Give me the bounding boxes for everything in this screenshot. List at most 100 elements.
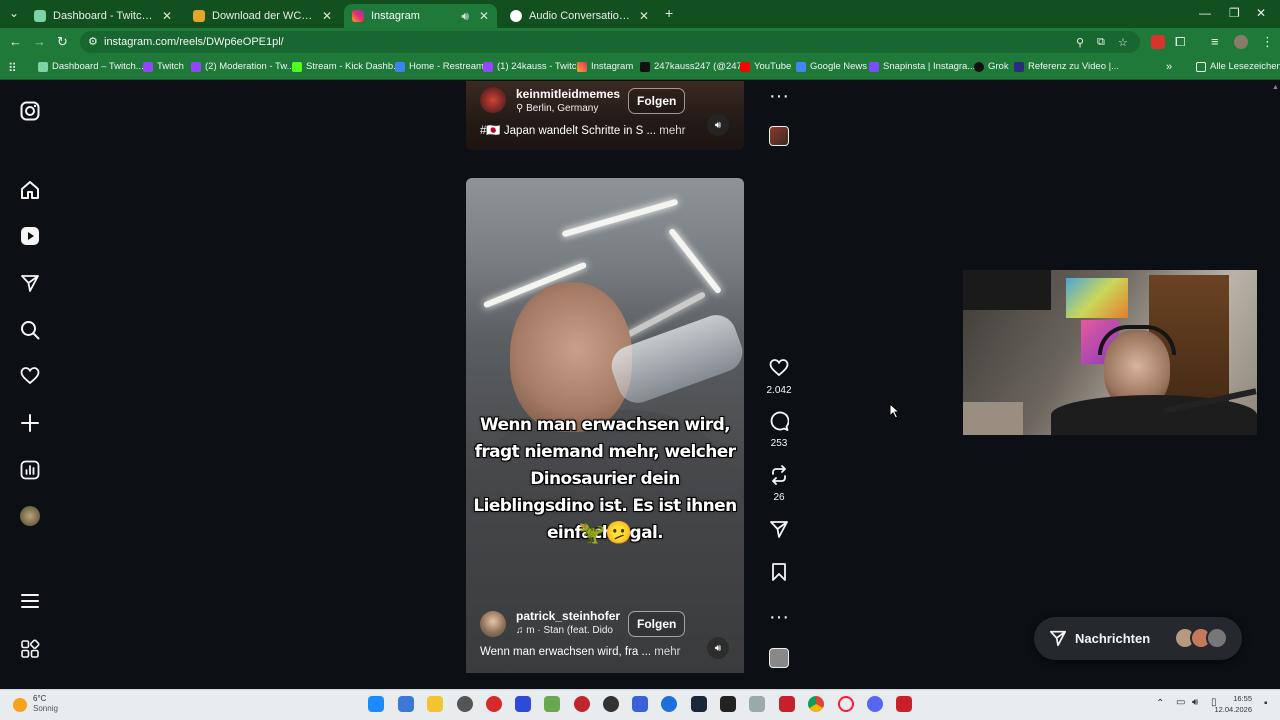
install-app-icon[interactable]: ⧉ [1097,36,1105,49]
bookmark-item[interactable]: Snapinsta | Instagra... [869,61,975,72]
address-bar[interactable]: ⚙ instagram.com/reels/DWp6eOPE1pl/ ⚲ ⧉ ☆ [80,31,1140,53]
direct-icon[interactable] [18,271,42,295]
back-icon[interactable]: ← [9,34,22,49]
clock-time[interactable]: 16:55 [1210,694,1252,703]
voicemod-icon[interactable] [779,696,795,712]
app-bluewave-icon[interactable] [661,696,677,712]
reel-card-previous[interactable]: keinmitleidmemes ⚲ Berlin, Germany Folge… [466,81,744,150]
home-icon[interactable] [18,178,42,202]
tab-dashboard-twitchtts[interactable]: Dashboard - TwitchTTS ✕ [26,4,180,28]
scroll-up-icon[interactable]: ▲ [1272,84,1279,94]
audio-thumbnail[interactable] [764,126,794,151]
bookmark-item[interactable]: (1) 24kauss - Twitch [483,61,582,72]
new-tab-icon[interactable]: + [665,5,673,21]
more-bookmarks-icon[interactable]: » [1166,61,1172,73]
save-button[interactable] [764,562,794,587]
bookmark-item[interactable]: (2) Moderation - Tw... [191,61,295,72]
app-record-icon[interactable] [574,696,590,712]
site-info-icon[interactable]: ⚙ [88,35,98,48]
volume-icon[interactable]: 🔊︎ [707,637,729,659]
bookmark-item[interactable]: Home - Restream [395,61,484,72]
reels-icon[interactable] [18,224,42,248]
opera-icon[interactable] [838,696,854,712]
page-scrollbar[interactable]: ▲ [1271,84,1279,688]
audio-playing-icon[interactable]: 🔊︎ [461,9,469,24]
tab-search-icon[interactable]: ⌄ [9,6,19,20]
messages-button[interactable]: Nachrichten [1034,617,1242,660]
clock-date[interactable]: 12.04.2026 [1210,705,1252,714]
adblock-extension-icon[interactable] [1151,35,1165,49]
follow-button[interactable]: Folgen [628,611,686,637]
app-gray-icon[interactable] [749,696,765,712]
reel-caption[interactable]: #🇯🇵 Japan wandelt Schritte in S ... mehr [480,123,685,137]
reel-username[interactable]: keinmitleidmemes [516,87,620,101]
mouse-app-icon[interactable] [457,696,473,712]
close-tab-icon[interactable]: ✕ [322,9,332,23]
reload-icon[interactable]: ↻ [57,34,68,50]
weather-sun-icon[interactable] [13,698,27,712]
all-bookmarks-folder[interactable]: Alle Lesezeichen [1196,61,1280,72]
menu-icon[interactable] [18,589,42,613]
minimize-icon[interactable]: — [1199,6,1211,20]
bookmark-item[interactable]: Twitch [143,61,184,72]
obs-icon[interactable] [603,696,619,712]
file-explorer-icon[interactable] [427,696,443,712]
search-icon[interactable] [18,318,42,342]
network-icon[interactable]: ▭ [1176,697,1185,708]
repost-button[interactable]: 26 [764,465,794,503]
discord-icon[interactable] [867,696,883,712]
like-button[interactable]: 2.042 [764,358,794,396]
volume-icon[interactable]: 🔊︎ [707,114,729,136]
more-options-icon[interactable]: ··· [764,85,794,107]
dashboard-icon[interactable] [18,458,42,482]
extensions-icon[interactable]: ⧠ [1175,34,1185,50]
chrome-icon[interactable] [808,696,824,712]
windows-start-icon[interactable] [368,696,384,712]
apps-grid-icon[interactable]: ⠿ [8,61,17,75]
chrome-menu-icon[interactable]: ⋮ [1261,34,1274,50]
tab-instagram[interactable]: Instagram 🔊︎ ✕ [344,4,497,28]
vpn-icon[interactable] [515,696,531,712]
more-apps-icon[interactable] [18,637,42,661]
audio-thumbnail[interactable] [764,648,794,673]
notifications-icon[interactable]: ▪ [1264,698,1268,709]
profile-avatar-icon[interactable] [1234,35,1248,49]
steam-icon[interactable] [691,696,707,712]
user-avatar[interactable] [480,87,506,113]
bookmark-item[interactable]: Instagram [577,61,633,72]
bookmark-item[interactable]: YouTube [740,61,791,72]
bookmark-item[interactable]: Grok [974,61,1009,72]
weather-temperature[interactable]: 6°C [33,694,46,703]
heart-icon[interactable] [18,364,42,388]
forward-icon[interactable]: → [33,34,46,49]
bookmark-star-icon[interactable]: ☆ [1118,36,1128,49]
reel-username[interactable]: patrick_steinhofer [516,609,620,623]
more-link[interactable]: mehr [654,646,680,658]
media-control-icon[interactable]: ≡ [1211,34,1219,49]
app-blue-icon[interactable] [632,696,648,712]
bookmark-item[interactable]: 247kauss247 (@247... [640,61,750,72]
bookmark-item[interactable]: Stream - Kick Dashb... [292,61,401,72]
volume-tray-icon[interactable]: 🔊︎ [1192,697,1198,708]
close-window-icon[interactable]: ✕ [1256,6,1266,20]
comment-button[interactable]: 253 [764,411,794,449]
more-options-icon[interactable]: ··· [764,606,794,628]
follow-button[interactable]: Folgen [628,88,686,114]
close-tab-icon[interactable]: ✕ [639,9,649,23]
close-tab-icon[interactable]: ✕ [479,9,489,23]
weather-description[interactable]: Sonnig [33,704,58,713]
tab-wc3-download[interactable]: Download der WC3-Karte „Anime… ✕ [185,4,340,28]
zoom-icon[interactable]: ⚲ [1076,36,1084,49]
share-button[interactable] [764,519,794,544]
user-avatar[interactable] [480,611,506,637]
more-link[interactable]: mehr [659,125,685,137]
app-green-icon[interactable] [544,696,560,712]
voicemod-meter-icon[interactable] [896,696,912,712]
bookmark-item[interactable]: Dashboard – Twitch... [38,61,144,72]
reel-audio[interactable]: ♫ m · Stan (feat. Dido [516,625,613,636]
close-tab-icon[interactable]: ✕ [162,9,172,23]
tab-grok[interactable]: Audio Conversation - Grok ✕ [502,4,657,28]
calculator-icon[interactable] [398,696,414,712]
create-icon[interactable] [18,411,42,435]
bookmark-item[interactable]: Referenz zu Video |... [1014,61,1119,72]
